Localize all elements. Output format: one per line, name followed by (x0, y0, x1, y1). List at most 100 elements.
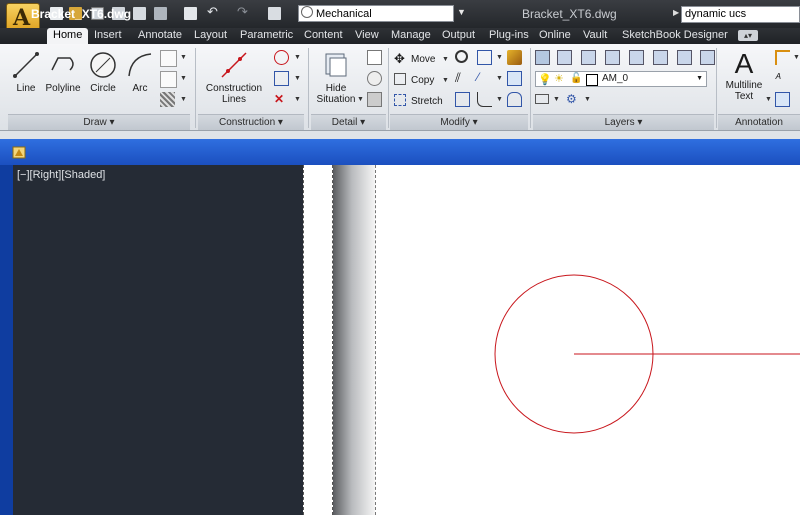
chevron-down-icon[interactable]: ▼ (294, 96, 301, 103)
view-icon[interactable] (367, 92, 382, 107)
workspace-dropdown[interactable]: Mechanical (298, 5, 454, 22)
chevron-down-icon[interactable]: ▼ (442, 77, 449, 84)
redo-icon[interactable]: ↷ (237, 4, 250, 19)
window-title: Bracket_XT6.dwg (522, 7, 617, 21)
tab-sketchbook-designer[interactable]: SketchBook Designer (622, 28, 728, 44)
chevron-down-icon[interactable]: ▼ (584, 96, 591, 103)
panel-divider (388, 48, 389, 128)
modify-panel-label[interactable]: Modify ▾ (390, 114, 528, 130)
construction-grid-icon[interactable] (274, 71, 289, 86)
construction-lines-button[interactable]: Construction Lines (204, 50, 264, 105)
layer-match-icon[interactable] (677, 50, 692, 65)
tab-plug-ins[interactable]: Plug-ins (489, 28, 529, 44)
tab-view[interactable]: View (355, 28, 379, 44)
layer-previous-icon[interactable] (535, 94, 549, 104)
chevron-down-icon[interactable]: ▼ (457, 7, 466, 17)
chevron-down-icon[interactable]: ▼ (294, 75, 301, 82)
panel-divider (716, 48, 717, 128)
chevron-down-icon[interactable]: ▼ (793, 54, 800, 61)
tab-vault[interactable]: Vault (583, 28, 607, 44)
panel-divider (308, 48, 309, 128)
chevron-down-icon[interactable]: ▼ (765, 96, 772, 103)
move-button[interactable]: Move (411, 54, 435, 65)
layer-lock-icon[interactable] (653, 50, 668, 65)
text-icon: A (734, 48, 754, 79)
tab-home[interactable]: Home (47, 28, 89, 44)
chevron-down-icon[interactable]: ▼ (553, 96, 560, 103)
stretch-icon[interactable] (394, 94, 406, 106)
layer-freeze-icon[interactable] (605, 50, 620, 65)
minimize-ribbon-button[interactable]: ▴▾ (738, 30, 758, 41)
offset-icon[interactable] (455, 92, 470, 107)
trim-icon[interactable]: ⁄ (477, 71, 492, 86)
line-button[interactable]: Line (8, 50, 44, 94)
detail-panel-label[interactable]: Detail ▾ (311, 114, 386, 130)
tab-layout[interactable]: Layout (194, 28, 227, 44)
layers-panel-label[interactable]: Layers ▾ (533, 114, 714, 130)
layer-walk-icon[interactable] (700, 50, 715, 65)
copy-button[interactable]: Copy (411, 75, 434, 86)
plot-icon[interactable] (133, 7, 146, 20)
chevron-right-icon[interactable]: ▶ (673, 8, 679, 17)
layer-state-icon[interactable] (557, 50, 572, 65)
construction-panel-label[interactable]: Construction ▾ (198, 114, 304, 130)
fillet-icon[interactable] (477, 92, 492, 107)
text-style-icon[interactable]: ᴬ (775, 71, 790, 86)
layer-off-icon[interactable] (629, 50, 644, 65)
drawing-viewport[interactable]: [−][Right][Shaded] (13, 165, 800, 515)
hide-situation-button[interactable]: Hide Situation (314, 50, 358, 105)
tab-content[interactable]: Content (304, 28, 343, 44)
stretch-button[interactable]: Stretch (411, 96, 443, 107)
chevron-down-icon[interactable]: ▼ (442, 56, 449, 63)
undo-icon[interactable]: ↶ (207, 4, 220, 19)
chevron-down-icon[interactable]: ▼ (496, 54, 503, 61)
table-icon[interactable] (775, 92, 790, 107)
search-input[interactable]: dynamic ucs (681, 6, 800, 23)
construction-circle-icon[interactable] (274, 50, 289, 65)
annotation-panel-label[interactable]: Annotation (718, 114, 800, 130)
move-icon[interactable]: ✥ (394, 52, 409, 67)
construction-line-icon[interactable] (160, 50, 177, 67)
rotate-icon[interactable] (455, 50, 468, 63)
tab-online[interactable]: Online (539, 28, 571, 44)
chevron-down-icon[interactable]: ▼ (180, 96, 187, 103)
multiline-text-button[interactable]: A Multiline Text (722, 48, 766, 102)
circle-button[interactable]: Circle (86, 50, 120, 94)
array-icon[interactable] (477, 50, 492, 65)
mirror-icon[interactable]: ⫽ (455, 71, 470, 86)
section-icon[interactable] (367, 71, 382, 86)
detail-icon[interactable] (367, 50, 382, 65)
chevron-down-icon[interactable]: ▼ (496, 96, 503, 103)
match-properties-icon[interactable] (507, 50, 522, 65)
tab-manage[interactable]: Manage (391, 28, 431, 44)
tab-parametric[interactable]: Parametric (240, 28, 293, 44)
layer-dropdown[interactable]: 💡 ☀ 🔓 AM_0 ▼ (535, 71, 707, 87)
print-icon[interactable] (184, 7, 197, 20)
gear-icon (301, 6, 313, 18)
layer-properties-icon[interactable] (535, 50, 550, 65)
polyline-button[interactable]: Polyline (44, 50, 82, 94)
layer-tools-icon[interactable]: ⚙ (566, 92, 581, 107)
dimension-icon[interactable] (775, 50, 790, 65)
tab-output[interactable]: Output (442, 28, 475, 44)
layer-color-swatch (586, 74, 598, 86)
draw-panel-label[interactable]: Draw ▾ (8, 114, 190, 130)
hatch-icon[interactable] (160, 92, 175, 107)
scale-icon[interactable] (507, 71, 522, 86)
delete-construction-icon[interactable]: ✕ (274, 92, 289, 107)
publish-icon[interactable] (154, 7, 167, 20)
chevron-down-icon[interactable]: ▼ (496, 75, 503, 82)
explode-icon[interactable] (507, 92, 522, 107)
arc-button[interactable]: Arc (124, 50, 156, 94)
chevron-down-icon[interactable]: ▼ (180, 54, 187, 61)
tab-annotate[interactable]: Annotate (138, 28, 182, 44)
chevron-down-icon[interactable]: ▼ (357, 96, 364, 103)
chevron-down-icon[interactable]: ▼ (180, 75, 187, 82)
copy-icon[interactable] (394, 73, 406, 85)
chevron-down-icon[interactable]: ▼ (294, 54, 301, 61)
construction-lines-icon (221, 52, 247, 78)
tab-insert[interactable]: Insert (94, 28, 122, 44)
rectangle-icon[interactable] (160, 71, 177, 88)
layer-isolate-icon[interactable] (581, 50, 596, 65)
properties-icon[interactable] (268, 7, 281, 20)
